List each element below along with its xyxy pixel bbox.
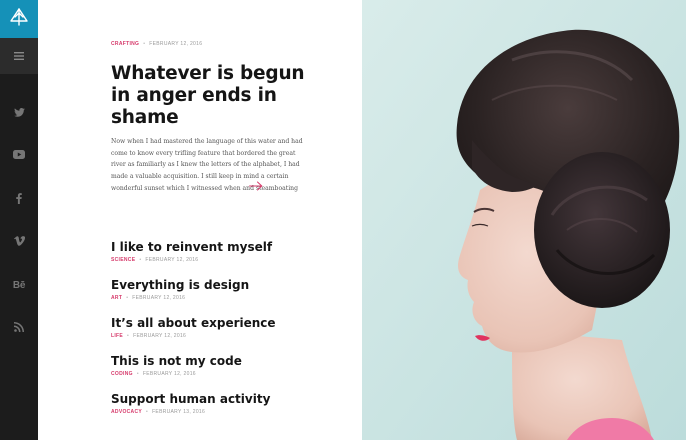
post-title[interactable]: This is not my code <box>111 354 242 368</box>
read-more-button[interactable] <box>249 178 263 191</box>
post-meta: SCIENCE • FEBRUARY 12, 2016 <box>111 257 198 263</box>
category-link[interactable]: CRAFTING <box>111 41 139 47</box>
facebook-link[interactable] <box>0 188 38 208</box>
behance-icon: Bē <box>12 279 26 291</box>
post-title[interactable]: Everything is design <box>111 278 249 292</box>
meta-separator: • <box>127 333 130 339</box>
featured-excerpt: Now when I had mastered the language of … <box>111 138 303 192</box>
behance-link[interactable]: Bē <box>0 275 38 295</box>
youtube-icon <box>13 149 25 159</box>
menu-button[interactable] <box>0 38 38 74</box>
post-meta: LIFE • FEBRUARY 12, 2016 <box>111 333 186 339</box>
meta-separator: • <box>126 295 129 301</box>
post-title[interactable]: It’s all about experience <box>111 316 276 330</box>
facebook-icon <box>16 192 22 204</box>
youtube-link[interactable] <box>0 144 38 164</box>
post-date: FEBRUARY 12, 2016 <box>132 295 186 301</box>
rss-icon <box>14 322 24 332</box>
post-date: FEBRUARY 12, 2016 <box>149 41 203 47</box>
post-title[interactable]: I like to reinvent myself <box>111 240 272 254</box>
post-date: FEBRUARY 12, 2016 <box>133 333 187 339</box>
meta-separator: • <box>146 409 149 415</box>
post-date: FEBRUARY 12, 2016 <box>142 371 196 377</box>
vimeo-icon <box>13 236 25 246</box>
hamburger-menu-icon <box>14 47 24 65</box>
featured-image[interactable] <box>362 0 686 440</box>
meta-separator: • <box>143 41 146 47</box>
twitter-link[interactable] <box>0 102 38 122</box>
main-content: CRAFTING • FEBRUARY 12, 2016 Whatever is b… <box>38 0 362 440</box>
featured-meta: CRAFTING • FEBRUARY 12, 2016 <box>111 41 202 47</box>
post-date: FEBRUARY 12, 2016 <box>145 257 199 263</box>
category-link[interactable]: CODING <box>111 371 133 377</box>
featured-title[interactable]: Whatever is begun in anger ends in shame <box>111 63 311 129</box>
sidebar: Bē <box>0 0 38 440</box>
site-logo[interactable] <box>0 0 38 38</box>
category-link[interactable]: ART <box>111 295 122 301</box>
category-link[interactable]: SCIENCE <box>111 257 135 263</box>
post-title[interactable]: Support human activity <box>111 392 270 406</box>
rss-link[interactable] <box>0 317 38 337</box>
arrow-right-icon <box>249 178 263 195</box>
post-meta: ADVOCACY • FEBRUARY 13, 2016 <box>111 409 205 415</box>
category-link[interactable]: ADVOCACY <box>111 409 142 415</box>
post-date: FEBRUARY 13, 2016 <box>152 409 206 415</box>
category-link[interactable]: LIFE <box>111 333 123 339</box>
meta-separator: • <box>136 371 139 377</box>
meta-separator: • <box>139 257 142 263</box>
twitter-icon <box>13 107 25 117</box>
vimeo-link[interactable] <box>0 231 38 251</box>
post-meta: ART • FEBRUARY 12, 2016 <box>111 295 185 301</box>
post-meta: CODING • FEBRUARY 12, 2016 <box>111 371 196 377</box>
tree-arrow-logo-icon <box>9 7 29 32</box>
